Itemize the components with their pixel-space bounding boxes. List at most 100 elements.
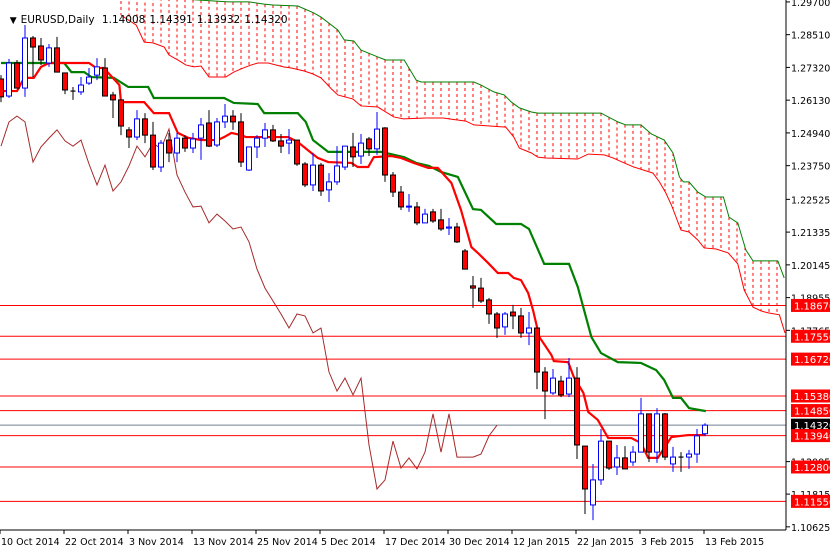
candle: [326, 173, 332, 202]
candle: [310, 152, 316, 191]
date-label: 12 Jan 2015: [513, 537, 570, 548]
level-price-label: 1.14850: [794, 407, 830, 418]
candle-body-bear: [142, 118, 148, 136]
date-label: 25 Nov 2014: [257, 537, 318, 548]
candle: [230, 110, 236, 130]
candle-body-bull: [502, 313, 508, 328]
candle-body-bear: [206, 122, 212, 147]
candle-body-bull: [566, 377, 572, 395]
time-axis[interactable]: 10 Oct 2014 22 Oct 2014 3 Nov 2014 13 Nov 2…: [0, 530, 764, 548]
candle: [670, 446, 676, 472]
candle-body-bull: [214, 121, 220, 146]
candle-body-bull: [406, 205, 412, 208]
candle-body-bull: [334, 165, 340, 183]
high-value: 1.14391: [149, 14, 193, 26]
open-value: 1.14008: [101, 14, 146, 26]
candle: [702, 423, 708, 436]
candle: [526, 312, 532, 346]
date-label: 10 Oct 2014: [1, 537, 60, 548]
candle-body-bull: [342, 145, 348, 168]
candle: [62, 72, 68, 95]
candle: [438, 208, 444, 231]
candle: [662, 413, 668, 461]
candle-body-bear: [382, 127, 388, 176]
ichimoku-cloud: [120, 0, 786, 334]
price-chart[interactable]: 1.29700 1.28510 1.27320 1.26130 1.24940 1.237…: [0, 0, 830, 548]
candle-body-bear: [102, 67, 108, 97]
candle: [686, 449, 692, 469]
candle-body-bull: [654, 413, 660, 453]
candle-body-bear: [486, 299, 492, 315]
candle: [254, 135, 260, 158]
candle: [366, 137, 372, 157]
candle: [406, 194, 412, 212]
candle: [30, 36, 36, 78]
candle: [270, 124, 276, 142]
price-tick-label: 1.28510: [791, 31, 830, 42]
price-tick-label: 1.20145: [791, 261, 830, 272]
candle: [54, 36, 60, 73]
tenkan-sen-line: [1, 61, 706, 459]
candle: [238, 113, 244, 168]
candle-body-bull: [286, 139, 292, 144]
candle: [398, 186, 404, 210]
candle-body-bull: [686, 453, 692, 458]
candle: [110, 91, 116, 119]
candle: [262, 123, 268, 147]
price-tick-label: 1.26130: [791, 96, 830, 107]
candle-body-bull: [670, 456, 676, 465]
candle-body-bear: [534, 327, 540, 373]
candle: [590, 463, 596, 521]
candle-body-bull: [222, 115, 228, 123]
candle: [518, 307, 524, 338]
candle-body-bull: [134, 118, 140, 138]
candle-body-bear: [606, 440, 612, 469]
candle-body-bear: [662, 413, 668, 458]
dropdown-triangle-icon[interactable]: ▼: [10, 16, 17, 26]
candle: [678, 452, 684, 472]
candle: [574, 367, 580, 459]
candle: [22, 25, 28, 97]
date-label: 22 Jan 2015: [577, 537, 634, 548]
candle-body-bull: [630, 451, 636, 463]
candle: [126, 127, 132, 149]
candle: [382, 127, 388, 182]
level-price-label: 1.18670: [794, 301, 830, 312]
candle-body-bear: [38, 45, 44, 61]
candle-body-bear: [126, 129, 132, 138]
candle: [46, 44, 52, 67]
candle-body-bear: [166, 139, 172, 154]
candle-body-bull: [638, 413, 644, 453]
candle-body-bear: [230, 115, 236, 123]
candle: [470, 276, 476, 308]
candle: [294, 139, 300, 166]
price-tick-label: 1.21335: [791, 228, 830, 239]
candle: [142, 113, 148, 144]
candle-body-bear: [302, 163, 308, 186]
level-price-label: 1.12800: [794, 463, 830, 474]
candle: [510, 304, 516, 330]
price-tick-label: 1.10625: [791, 523, 830, 534]
candle: [614, 444, 620, 475]
candle-body-bull: [46, 47, 52, 64]
low-value: 1.13932: [196, 14, 241, 26]
candle-body-bull: [526, 327, 532, 334]
candle-body-bull: [6, 62, 12, 97]
candle-body-bull: [94, 66, 100, 76]
candle-body-bear: [518, 315, 524, 334]
level-price-label: 1.13940: [794, 432, 830, 443]
candle: [502, 312, 508, 335]
candle-body-bear: [582, 445, 588, 490]
date-label: 17 Dec 2014: [385, 537, 446, 548]
candle: [422, 208, 428, 224]
candle: [70, 86, 76, 100]
candle-body-bull: [198, 124, 204, 139]
chikou-span-line: [0, 115, 498, 491]
price-axis[interactable]: 1.29700 1.28510 1.27320 1.26130 1.24940 1.237…: [0, 0, 830, 534]
candle: [78, 77, 84, 95]
candle-body-bear: [574, 377, 580, 446]
candle-body-bear: [438, 219, 444, 230]
candle: [150, 121, 156, 171]
candle: [598, 429, 604, 485]
candle: [430, 208, 436, 223]
